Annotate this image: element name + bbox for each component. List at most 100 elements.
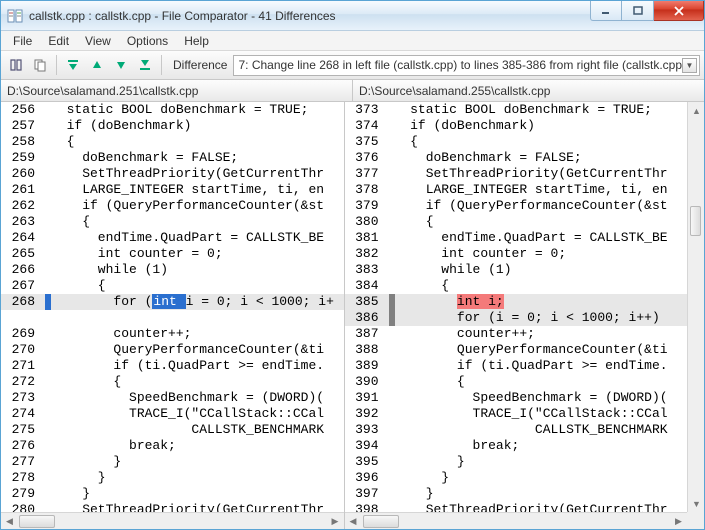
code-line[interactable]: 374 if (doBenchmark) (345, 118, 688, 134)
scroll-up-icon[interactable]: ▲ (688, 102, 705, 119)
menu-options[interactable]: Options (119, 32, 176, 50)
code-line[interactable]: 392 TRACE_I("CCallStack::CCal (345, 406, 688, 422)
line-number: 381 (345, 230, 389, 246)
right-pane: 373 static BOOL doBenchmark = TRUE;374 i… (345, 102, 688, 529)
code-line[interactable]: 265 int counter = 0; (1, 246, 344, 262)
menu-view[interactable]: View (77, 32, 119, 50)
titlebar: callstk.cpp : callstk.cpp - File Compara… (1, 1, 704, 31)
code-line[interactable]: 398 SetThreadPriority(GetCurrentThr (345, 502, 688, 512)
menu-help[interactable]: Help (176, 32, 217, 50)
code-line[interactable]: 264 endTime.QuadPart = CALLSTK_BE (1, 230, 344, 246)
left-hscroll[interactable]: ◀ ▶ (1, 512, 344, 529)
code-line[interactable]: 397 } (345, 486, 688, 502)
code-line[interactable]: 388 QueryPerformanceCounter(&ti (345, 342, 688, 358)
line-number: 263 (1, 214, 45, 230)
line-number: 379 (345, 198, 389, 214)
last-diff-icon[interactable] (134, 54, 156, 76)
code-line[interactable]: 272 { (1, 374, 344, 390)
left-path[interactable]: D:\Source\salamand.251\callstk.cpp (1, 80, 353, 101)
line-text: if (ti.QuadPart >= endTime. (395, 358, 688, 374)
code-line[interactable]: 390 { (345, 374, 688, 390)
close-button[interactable] (654, 1, 704, 21)
line-text: } (395, 454, 688, 470)
line-number: 264 (1, 230, 45, 246)
code-line[interactable]: 384 { (345, 278, 688, 294)
recompare-icon[interactable] (5, 54, 27, 76)
separator (161, 55, 162, 75)
right-code[interactable]: 373 static BOOL doBenchmark = TRUE;374 i… (345, 102, 688, 512)
line-number: 378 (345, 182, 389, 198)
copy-icon[interactable] (29, 54, 51, 76)
right-path[interactable]: D:\Source\salamand.255\callstk.cpp (353, 80, 704, 101)
scroll-thumb[interactable] (690, 206, 701, 236)
right-hscroll[interactable]: ◀ ▶ (345, 512, 688, 529)
code-line[interactable]: 278 } (1, 470, 344, 486)
code-line[interactable]: 274 TRACE_I("CCallStack::CCal (1, 406, 344, 422)
code-line[interactable]: 383 while (1) (345, 262, 688, 278)
code-line[interactable]: 268 for (int i = 0; i < 1000; i+ (1, 294, 344, 310)
code-line[interactable]: 376 doBenchmark = FALSE; (345, 150, 688, 166)
line-text: QueryPerformanceCounter(&ti (395, 342, 688, 358)
code-line[interactable]: 391 SpeedBenchmark = (DWORD)( (345, 390, 688, 406)
code-line[interactable]: 380 { (345, 214, 688, 230)
chevron-down-icon[interactable]: ▼ (682, 58, 697, 73)
code-line[interactable]: 396 } (345, 470, 688, 486)
code-line[interactable]: 373 static BOOL doBenchmark = TRUE; (345, 102, 688, 118)
code-line[interactable]: 259 doBenchmark = FALSE; (1, 150, 344, 166)
line-text: } (395, 470, 688, 486)
code-line[interactable]: 375 { (345, 134, 688, 150)
code-line[interactable]: 387 counter++; (345, 326, 688, 342)
code-line[interactable]: 270 QueryPerformanceCounter(&ti (1, 342, 344, 358)
scroll-thumb[interactable] (363, 515, 399, 528)
code-line[interactable]: 385 int i; (345, 294, 688, 310)
code-line[interactable]: 279 } (1, 486, 344, 502)
code-line[interactable]: 379 if (QueryPerformanceCounter(&st (345, 198, 688, 214)
code-line[interactable]: 260 SetThreadPriority(GetCurrentThr (1, 166, 344, 182)
code-line[interactable]: 271 if (ti.QuadPart >= endTime. (1, 358, 344, 374)
scroll-down-icon[interactable]: ▼ (688, 495, 705, 512)
code-line[interactable]: 389 if (ti.QuadPart >= endTime. (345, 358, 688, 374)
maximize-button[interactable] (622, 1, 654, 21)
minimize-button[interactable] (590, 1, 622, 21)
scroll-right-icon[interactable]: ▶ (327, 513, 344, 530)
code-line[interactable]: 393 CALLSTK_BENCHMARK (345, 422, 688, 438)
code-line[interactable]: 394 break; (345, 438, 688, 454)
code-line[interactable]: 381 endTime.QuadPart = CALLSTK_BE (345, 230, 688, 246)
code-line[interactable]: 267 { (1, 278, 344, 294)
code-line[interactable]: 277 } (1, 454, 344, 470)
code-line[interactable]: 266 while (1) (1, 262, 344, 278)
code-line[interactable]: 257 if (doBenchmark) (1, 118, 344, 134)
code-line[interactable]: 256 static BOOL doBenchmark = TRUE; (1, 102, 344, 118)
menu-file[interactable]: File (5, 32, 40, 50)
code-line[interactable] (1, 310, 344, 326)
scroll-left-icon[interactable]: ◀ (1, 513, 18, 530)
code-line[interactable]: 377 SetThreadPriority(GetCurrentThr (345, 166, 688, 182)
left-code[interactable]: 256 static BOOL doBenchmark = TRUE;257 i… (1, 102, 344, 512)
code-line[interactable]: 261 LARGE_INTEGER startTime, ti, en (1, 182, 344, 198)
vertical-scrollbar[interactable]: ▲ ▼ (687, 102, 704, 512)
prev-diff-icon[interactable] (86, 54, 108, 76)
code-line[interactable]: 269 counter++; (1, 326, 344, 342)
line-text: static BOOL doBenchmark = TRUE; (395, 102, 688, 118)
code-line[interactable]: 386 for (i = 0; i < 1000; i++) (345, 310, 688, 326)
code-line[interactable]: 258 { (1, 134, 344, 150)
first-diff-icon[interactable] (62, 54, 84, 76)
code-line[interactable]: 276 break; (1, 438, 344, 454)
line-text: { (51, 134, 344, 150)
code-line[interactable]: 378 LARGE_INTEGER startTime, ti, en (345, 182, 688, 198)
next-diff-icon[interactable] (110, 54, 132, 76)
code-line[interactable]: 382 int counter = 0; (345, 246, 688, 262)
scroll-thumb[interactable] (19, 515, 55, 528)
code-line[interactable]: 280 SetThreadPriority(GetCurrentThr (1, 502, 344, 512)
code-line[interactable]: 395 } (345, 454, 688, 470)
code-line[interactable]: 275 CALLSTK_BENCHMARK (1, 422, 344, 438)
code-line[interactable]: 263 { (1, 214, 344, 230)
code-line[interactable]: 273 SpeedBenchmark = (DWORD)( (1, 390, 344, 406)
difference-combo[interactable]: 7: Change line 268 in left file (callstk… (233, 55, 700, 76)
menu-edit[interactable]: Edit (40, 32, 77, 50)
code-line[interactable]: 262 if (QueryPerformanceCounter(&st (1, 198, 344, 214)
line-number: 270 (1, 342, 45, 358)
scroll-right-icon[interactable]: ▶ (670, 513, 687, 530)
scroll-left-icon[interactable]: ◀ (345, 513, 362, 530)
line-number: 271 (1, 358, 45, 374)
